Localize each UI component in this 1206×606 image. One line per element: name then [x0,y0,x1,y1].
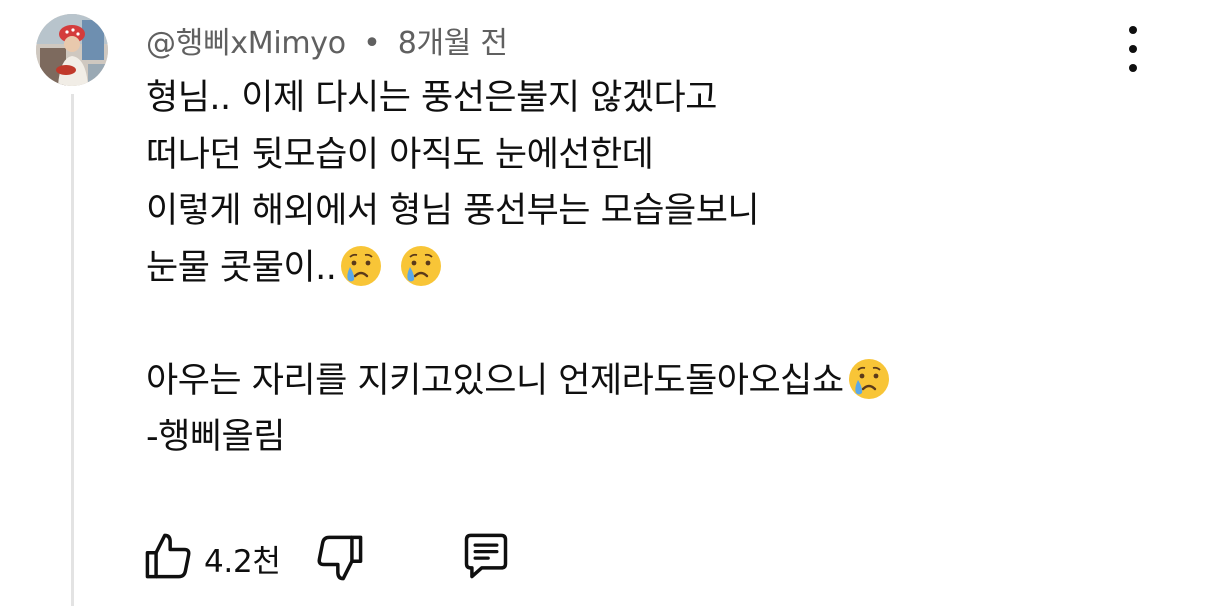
comment-timestamp[interactable]: 8개월 전 [398,26,508,61]
comment-line: 이렇게 해외에서 형님 풍선부는 모습을보니 [146,191,760,231]
like-button[interactable] [142,530,194,582]
comment-line: 눈물 콧물이.. [146,247,337,288]
comment-icon [464,533,508,579]
comment-item: @행삐xMimyo • 8개월 전 형님.. 이제 다시는 풍선은불지 않겠다고… [0,0,1206,606]
avatar[interactable] [36,14,108,86]
comment-signature: -행삐올림 [146,417,285,457]
meta-separator: • [363,26,381,61]
comment-line-with-emoji: 눈물 콧물이.. [146,240,1146,297]
thread-line [71,94,74,606]
comment-text: 형님.. 이제 다시는 풍선은불지 않겠다고 떠나던 뒷모습이 아직도 눈에선한… [146,70,1146,466]
reply-button[interactable] [460,530,512,582]
comment-line: 아우는 자리를 지키고있으니 언제라도돌아오십쇼 [146,360,844,401]
more-vert-icon-dot [1129,45,1137,53]
thumb-up-icon [145,533,191,579]
crying-face-icon [401,245,442,286]
more-vert-icon [1129,26,1137,34]
author-name[interactable]: @행삐xMimyo [146,26,346,61]
comment-meta: @행삐xMimyo • 8개월 전 [146,18,508,62]
more-options-button[interactable] [1118,26,1148,72]
crying-face-icon [848,358,889,399]
comment-line-with-emoji: 아우는 자리를 지키고있으니 언제라도돌아오십쇼 [146,353,1146,410]
dislike-button[interactable] [314,532,366,584]
comment-line: 형님.. 이제 다시는 풍선은불지 않겠다고 [146,78,717,118]
like-count: 4.2천 [204,544,281,580]
comment-line: 떠나던 뒷모습이 아직도 눈에선한데 [146,134,654,175]
thumb-down-icon [317,535,363,581]
crying-face-icon [341,245,382,286]
avatar-photo [36,14,108,86]
